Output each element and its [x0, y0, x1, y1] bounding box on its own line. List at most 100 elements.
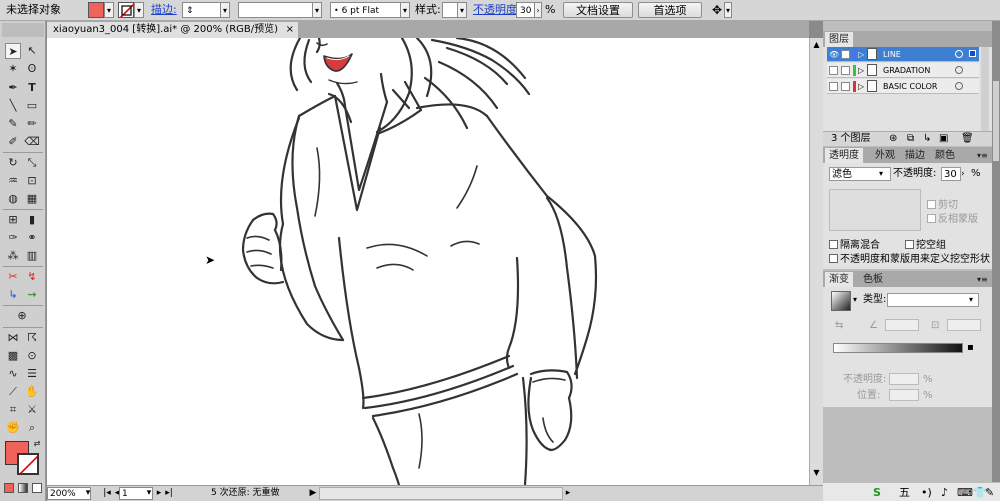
lasso-tool-icon[interactable]: ʘ — [24, 61, 40, 77]
none-mode-icon[interactable] — [32, 483, 42, 493]
tab-gradient[interactable]: 渐变 — [825, 272, 853, 287]
wave-tool-icon[interactable]: ∿ — [5, 366, 21, 382]
rotate-tool-icon[interactable]: ↻ — [5, 155, 21, 171]
knockout-group-checkbox[interactable]: 挖空组 — [905, 239, 946, 253]
invert-mask-checkbox[interactable]: 反相蒙版 — [927, 213, 978, 227]
new-sublayer-icon[interactable]: ↳ — [923, 132, 931, 146]
pen-tool-icon[interactable]: ✒ — [5, 80, 21, 96]
layer-row-line[interactable]: 👁 ▷ LINE — [827, 47, 979, 62]
artboard-tool-icon[interactable]: ✂ — [5, 269, 21, 285]
clip-checkbox[interactable]: 剪切 — [927, 199, 958, 213]
lock-toggle[interactable] — [841, 82, 850, 91]
stroke-none-swatch[interactable] — [118, 2, 134, 18]
visibility-toggle[interactable] — [829, 82, 838, 91]
artboard-dropdown-icon[interactable]: ▾ — [145, 487, 153, 500]
aspect-ratio-input[interactable] — [947, 319, 981, 331]
tools-icon[interactable]: ✎ — [985, 484, 994, 501]
hand-alt-tool-icon[interactable]: ✋ — [24, 384, 40, 400]
swap-colors-icon[interactable]: ⇄ — [32, 439, 42, 449]
measure-tool-icon[interactable]: ⟋ — [5, 384, 21, 400]
panel-menu-icon[interactable]: ▾≡ — [973, 148, 992, 163]
fill-dropdown-icon[interactable]: ▾ — [104, 2, 114, 18]
symbol-sprayer-tool-icon[interactable]: ⁂ — [5, 248, 21, 264]
shape-builder-tool-icon[interactable]: ◍ — [5, 191, 21, 207]
target-circle-icon[interactable] — [955, 82, 963, 90]
preferences-button[interactable]: 首选项 — [638, 2, 702, 18]
eraser-tool-icon[interactable]: ⌫ — [24, 134, 40, 150]
vertical-scrollbar[interactable]: ▲ ▼ — [809, 38, 823, 485]
bars-tool-icon[interactable]: ☰ — [24, 366, 40, 382]
layers-scrollbar[interactable] — [981, 47, 989, 131]
gradient-swatch-dropdown-icon[interactable]: ▾ — [853, 293, 857, 307]
layer-row-gradation[interactable]: ▷ GRADATION — [827, 63, 979, 78]
opacity-link[interactable]: 不透明度: — [473, 2, 521, 18]
close-tab-icon[interactable]: × — [286, 22, 294, 38]
layer-row-basic-color[interactable]: ▷ BASIC COLOR — [827, 79, 979, 94]
next-artboard-icon[interactable]: ▸ — [155, 487, 163, 500]
eyedropper-tool-icon[interactable]: ✑ — [5, 230, 21, 246]
lock-toggle[interactable] — [841, 50, 850, 59]
gradient-type-dropdown-icon[interactable]: ▾ — [969, 293, 973, 307]
polar-grid-tool-icon[interactable]: ⊙ — [24, 348, 40, 364]
zoom-dropdown-icon[interactable]: ▾ — [83, 487, 93, 500]
crop-tool-icon[interactable]: ⌗ — [5, 402, 21, 418]
hand-tool-icon[interactable]: ✊ — [5, 420, 21, 436]
gradient-swatch[interactable] — [831, 291, 851, 311]
blob-brush-tool-icon[interactable]: ✐ — [5, 134, 21, 150]
opacity-arrow-icon[interactable]: › — [534, 2, 542, 18]
last-artboard-icon[interactable]: ▸| — [163, 487, 175, 500]
gradient-tool-icon[interactable]: ▮ — [24, 212, 40, 228]
eye-visibility-icon[interactable]: 👁 — [829, 47, 839, 62]
make-clipping-mask-icon[interactable]: ⧉ — [907, 132, 914, 146]
opacity-mask-checkbox[interactable]: 不透明度和蒙版用来定义挖空形状 — [829, 253, 990, 267]
perspective-grid-tool-icon[interactable]: ▦ — [24, 191, 40, 207]
stroke-link[interactable]: 描边: — [151, 2, 177, 18]
path-tool-icon[interactable]: ↳ — [5, 287, 21, 303]
keyboard-icon[interactable]: ⌨ — [957, 484, 973, 501]
expand-arrow-icon[interactable]: ▷ — [858, 47, 864, 62]
tab-transparency[interactable]: 透明度 — [825, 148, 863, 163]
rectangle-tool-icon[interactable]: ▭ — [24, 98, 40, 114]
tab-appearance[interactable]: 外观 — [871, 148, 899, 163]
panel-menu-icon[interactable]: ▾≡ — [973, 272, 992, 287]
gradient-slider[interactable] — [833, 343, 963, 353]
status-menu-icon[interactable]: ▶ — [309, 487, 317, 500]
arrange-dropdown-icon[interactable]: ▾ — [724, 2, 732, 18]
scroll-down-icon[interactable]: ▼ — [811, 468, 822, 478]
brush-definition-field[interactable]: • 6 pt Flat — [330, 2, 410, 18]
scale-tool-icon[interactable]: ⤡ — [24, 155, 40, 171]
lock-toggle[interactable] — [841, 66, 850, 75]
variable-width-profile[interactable] — [238, 2, 322, 18]
mesh-tool-icon[interactable]: ⊞ — [5, 212, 21, 228]
visibility-toggle[interactable] — [829, 66, 838, 75]
opacity-input[interactable]: 30 — [941, 167, 961, 181]
live-paint-tool-icon[interactable]: ⇝ — [24, 287, 40, 303]
stop-position-input[interactable] — [889, 389, 919, 401]
horizontal-scrollbar[interactable] — [319, 487, 563, 500]
twirl-tool-icon[interactable]: ☈ — [24, 330, 40, 346]
punctuation-icon[interactable]: •) — [921, 484, 932, 501]
fill-color-swatch[interactable] — [88, 2, 104, 18]
zoom-tool-icon[interactable]: ⌕ — [24, 420, 40, 436]
magic-wand-tool-icon[interactable]: ✶ — [5, 61, 21, 77]
dock-scrollbar[interactable] — [992, 21, 1000, 501]
document-setup-button[interactable]: 文档设置 — [563, 2, 633, 18]
envelope-tool-icon[interactable]: ⋈ — [5, 330, 21, 346]
gradient-type-select[interactable] — [887, 293, 979, 307]
blend-mode-dropdown-icon[interactable]: ▾ — [879, 167, 883, 181]
line-tool-icon[interactable]: ╲ — [5, 98, 21, 114]
new-layer-icon[interactable]: ▣ — [939, 132, 948, 146]
target-circle-icon[interactable] — [955, 50, 963, 58]
delete-layer-icon[interactable]: 🗑 — [961, 132, 974, 146]
stop-opacity-input[interactable] — [889, 373, 919, 385]
scroll-right-icon[interactable]: ▸ — [563, 487, 573, 500]
expand-arrow-icon[interactable]: ▷ — [858, 63, 864, 78]
free-transform-tool-icon[interactable]: ⊡ — [24, 173, 40, 189]
type-tool-icon[interactable]: T — [24, 80, 40, 96]
crosshair-tool-icon[interactable]: ⊕ — [14, 308, 30, 324]
slice-tool-icon[interactable]: ↯ — [24, 269, 40, 285]
style-dropdown-icon[interactable]: ▾ — [457, 2, 467, 18]
ime-mode-label[interactable]: 五 — [899, 484, 910, 501]
column-graph-tool-icon[interactable]: ▥ — [24, 248, 40, 264]
paintbrush-tool-icon[interactable]: ✎ — [5, 116, 21, 132]
